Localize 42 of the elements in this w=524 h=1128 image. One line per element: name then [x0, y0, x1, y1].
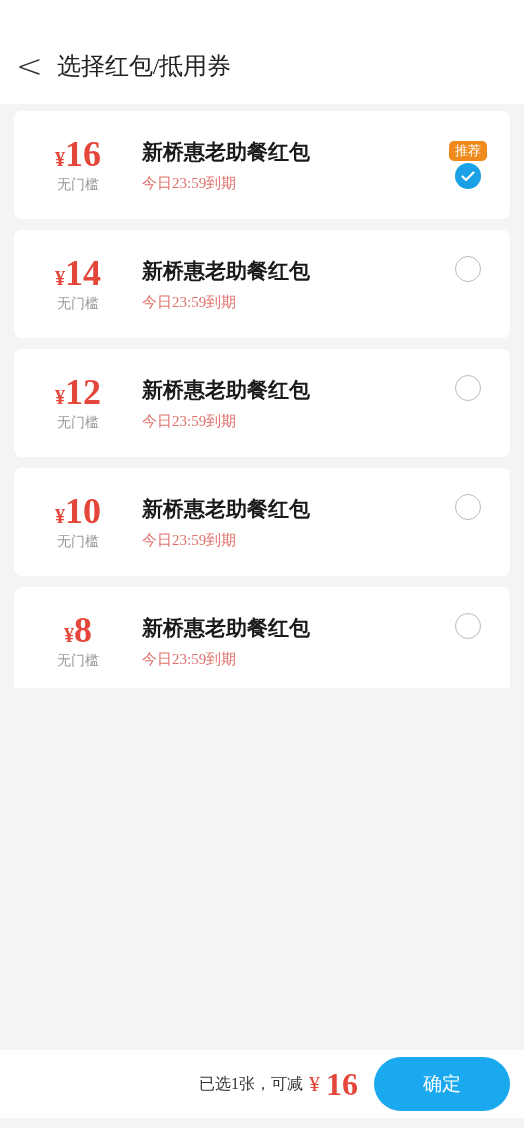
currency-symbol: ¥ [64, 624, 74, 647]
coupon-name: 新桥惠老助餐红包 [142, 376, 311, 404]
coupon-amount: 8 [74, 612, 92, 648]
page-title: 选择红包/抵用券 [56, 52, 232, 81]
coupon-condition: 无门槛 [57, 176, 99, 194]
select-radio[interactable] [455, 375, 481, 401]
currency-symbol: ¥ [55, 267, 65, 290]
select-radio[interactable] [455, 256, 481, 282]
currency-symbol: ¥ [309, 1071, 320, 1097]
recommend-badge: 推荐 [449, 141, 487, 161]
select-radio[interactable] [455, 163, 481, 189]
coupon-amount: 12 [65, 374, 101, 410]
coupon-amount: 14 [65, 255, 101, 291]
currency-symbol: ¥ [55, 386, 65, 409]
select-radio[interactable] [455, 494, 481, 520]
coupon-name: 新桥惠老助餐红包 [142, 495, 311, 523]
select-radio[interactable] [455, 613, 481, 639]
coupon-condition: 无门槛 [57, 652, 99, 670]
check-icon [461, 170, 475, 182]
coupon-card[interactable]: ¥16 无门槛 新桥惠老助餐红包 今日23:59到期 推荐 [14, 111, 510, 219]
coupon-card[interactable]: ¥10 无门槛 新桥惠老助餐红包 今日23:59到期 [14, 468, 510, 576]
coupon-amount: 10 [65, 493, 101, 529]
currency-symbol: ¥ [55, 148, 65, 171]
coupon-name: 新桥惠老助餐红包 [142, 614, 311, 642]
coupon-card[interactable]: ¥14 无门槛 新桥惠老助餐红包 今日23:59到期 [14, 230, 510, 338]
coupon-expiry: 今日23:59到期 [142, 530, 238, 550]
coupon-condition: 无门槛 [57, 295, 99, 313]
coupon-expiry: 今日23:59到期 [142, 649, 238, 669]
currency-symbol: ¥ [55, 505, 65, 528]
coupon-name: 新桥惠老助餐红包 [142, 138, 311, 166]
back-button[interactable]: < [16, 50, 43, 82]
coupon-card[interactable]: ¥8 无门槛 新桥惠老助餐红包 今日23:59到期 [14, 587, 510, 688]
selection-summary: 已选1张，可减 [199, 1073, 303, 1094]
coupon-amount: 16 [65, 136, 101, 172]
coupon-condition: 无门槛 [57, 533, 99, 551]
coupon-card[interactable]: ¥12 无门槛 新桥惠老助餐红包 今日23:59到期 [14, 349, 510, 457]
coupon-name: 新桥惠老助餐红包 [142, 257, 311, 285]
coupon-condition: 无门槛 [57, 414, 99, 432]
coupon-expiry: 今日23:59到期 [142, 173, 238, 193]
coupon-expiry: 今日23:59到期 [142, 292, 238, 312]
discount-amount: 16 [326, 1065, 358, 1103]
coupon-expiry: 今日23:59到期 [142, 411, 238, 431]
